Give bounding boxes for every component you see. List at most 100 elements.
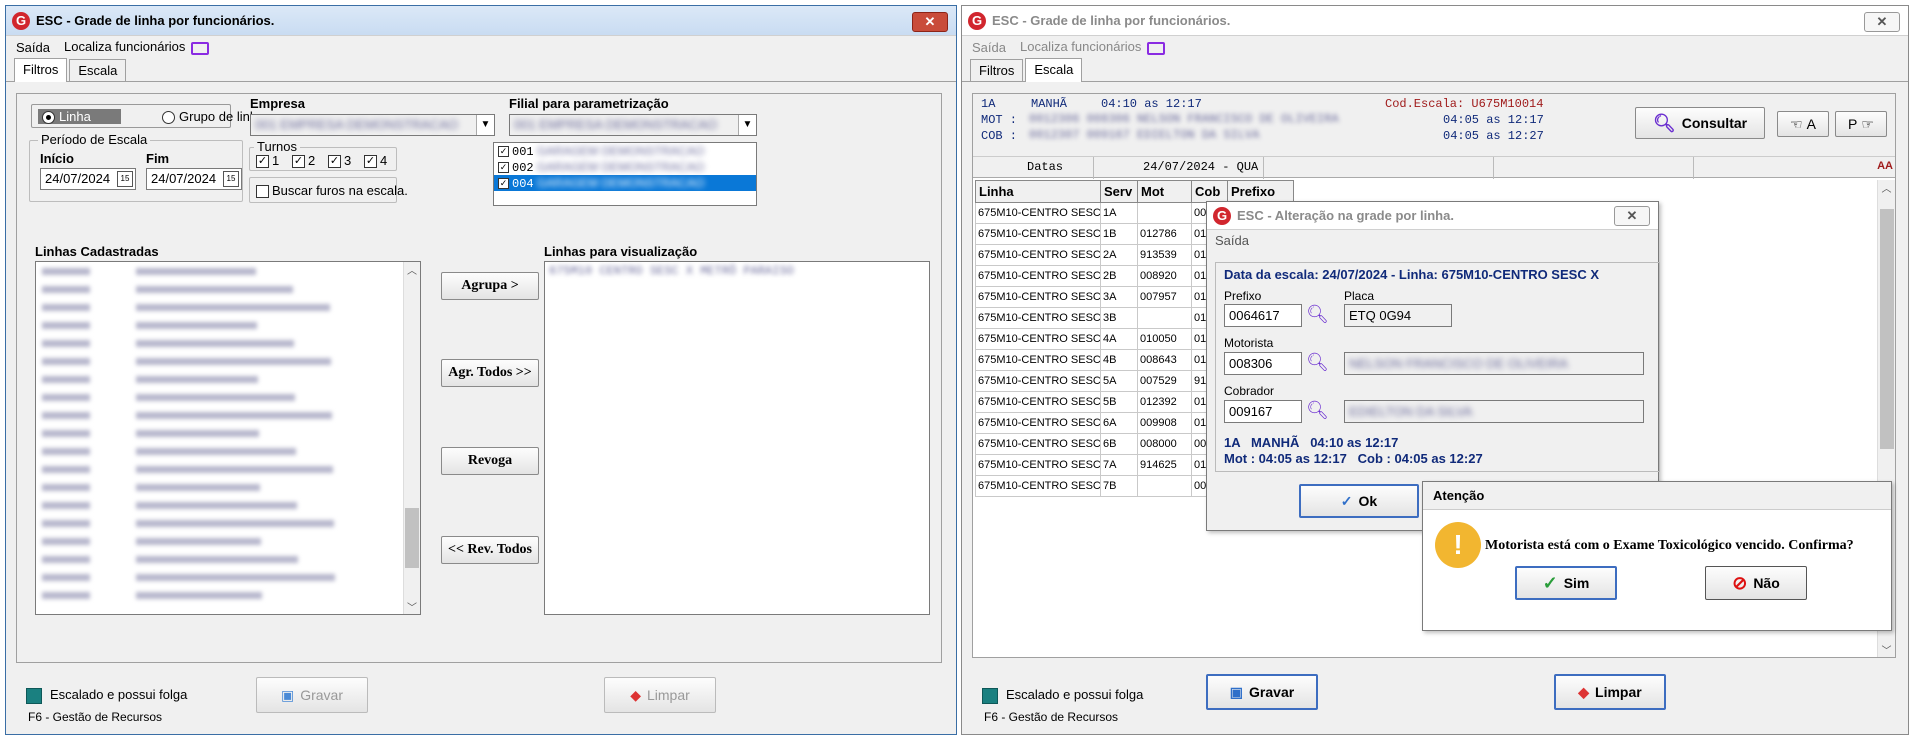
gravar-button[interactable]: ▣ Gravar xyxy=(256,677,368,713)
table-cell: 675M10-CENTRO SESC xyxy=(975,433,1101,455)
tab-escala[interactable]: Escala xyxy=(69,59,127,81)
list-item[interactable] xyxy=(36,370,420,388)
ok-button[interactable]: ✓ Ok xyxy=(1299,484,1419,518)
turno-3-checkbox[interactable]: ✓ 3 xyxy=(328,153,351,169)
list-item[interactable] xyxy=(36,514,420,532)
left-close-button[interactable]: ✕ xyxy=(912,12,948,32)
table-cell: 008920 xyxy=(1137,265,1192,287)
list-item[interactable] xyxy=(36,532,420,550)
limpar-button[interactable]: ◆ Limpar xyxy=(604,677,716,713)
sim-button[interactable]: ✓ Sim xyxy=(1515,566,1617,600)
right-close-button[interactable]: ✕ xyxy=(1864,12,1900,32)
menu-localiza[interactable]: Localiza funcionários xyxy=(64,39,210,55)
motorista-input[interactable]: 008306 xyxy=(1224,352,1302,375)
cod-escala: Cod.Escala: U675M10014 xyxy=(1385,97,1544,111)
alteracao-title: ESC - Alteração na grade por linha. xyxy=(1237,208,1454,223)
info-horario: 04:10 as 12:17 xyxy=(1101,97,1202,111)
agrupa-button[interactable]: Agrupa > xyxy=(441,272,539,300)
list-item[interactable]: 675M10 CENTRO SESC X METRÔ PARAISO xyxy=(545,262,929,280)
scroll-up-icon[interactable]: ︿ xyxy=(407,262,417,277)
column-header[interactable]: Linha xyxy=(975,180,1101,203)
list-item[interactable] xyxy=(36,496,420,514)
search-icon[interactable]: 🔍︎ xyxy=(1306,352,1329,373)
filial-item[interactable]: ✓ 001 GARAGEM DEMONSTRACAO xyxy=(494,143,756,159)
rev-todos-button[interactable]: << Rev. Todos xyxy=(441,536,539,564)
turno-2-label: 2 xyxy=(308,153,316,168)
anterior-button[interactable]: ☜ A xyxy=(1777,111,1829,137)
alteracao-close-button[interactable]: ✕ xyxy=(1614,206,1650,226)
column-header[interactable]: Serv xyxy=(1100,180,1138,203)
list-item[interactable] xyxy=(36,334,420,352)
f6-hint: F6 - Gestão de Recursos xyxy=(984,710,1119,724)
menu-localiza[interactable]: Localiza funcionários xyxy=(1020,39,1166,55)
radio-linha[interactable]: Linha xyxy=(38,109,121,125)
list-item[interactable] xyxy=(36,298,420,316)
list-item[interactable] xyxy=(36,262,420,280)
list-item[interactable] xyxy=(36,460,420,478)
turno-2-checkbox[interactable]: ✓ 2 xyxy=(292,153,316,169)
inicio-date-input[interactable]: 24/07/2024 15 xyxy=(40,168,136,190)
filial-select[interactable]: 001 EMPRESA DEMONSTRACAO ▼ xyxy=(509,114,757,136)
list-scrollbar[interactable]: ︿ ﹀ xyxy=(403,262,420,614)
filial-item[interactable]: ✓ 002 GARAGEM DEMONSTRACAO xyxy=(494,159,756,175)
scroll-down-icon[interactable]: ﹀ xyxy=(407,599,417,614)
font-size-icon[interactable]: AA xyxy=(1877,160,1893,172)
consultar-button[interactable]: 🔍︎ Consultar xyxy=(1635,107,1765,139)
column-header[interactable]: Cob xyxy=(1191,180,1228,203)
tab-escala[interactable]: Escala xyxy=(1025,58,1083,82)
list-item[interactable] xyxy=(36,550,420,568)
prefixo-input[interactable]: 0064617 xyxy=(1224,304,1302,327)
gravar-button[interactable]: ▣ Gravar xyxy=(1206,674,1318,710)
right-menubar: Saída Localiza funcionários xyxy=(962,36,1908,58)
buscar-furos-checkbox[interactable]: Buscar furos na escala. xyxy=(256,183,408,199)
turno-4-checkbox[interactable]: ✓ 4 xyxy=(364,153,387,169)
list-item[interactable] xyxy=(36,442,420,460)
blurred-text xyxy=(136,484,260,491)
tab-filtros[interactable]: Filtros xyxy=(970,59,1024,81)
filial-dropdown-icon[interactable]: ▼ xyxy=(738,115,756,135)
list-item[interactable] xyxy=(36,280,420,298)
revoga-button[interactable]: Revoga xyxy=(441,447,539,475)
list-item[interactable] xyxy=(36,568,420,586)
column-header[interactable]: Prefixo xyxy=(1227,180,1294,203)
proximo-button[interactable]: P ☞ xyxy=(1835,111,1887,137)
tab-filtros[interactable]: Filtros xyxy=(14,58,68,82)
empresa-select[interactable]: 001 EMPRESA DEMONSTRACAO ▼ xyxy=(250,114,495,136)
calendar-icon[interactable]: 15 xyxy=(117,171,133,187)
cobrador-input[interactable]: 009167 xyxy=(1224,400,1302,423)
list-item[interactable] xyxy=(36,406,420,424)
search-icon[interactable]: 🔍︎ xyxy=(1306,304,1329,325)
menu-saida[interactable]: Saída xyxy=(16,40,50,55)
scroll-thumb[interactable] xyxy=(1879,208,1894,449)
empresa-value: 001 EMPRESA DEMONSTRACAO xyxy=(255,117,458,132)
filial-item-selected[interactable]: ✓ 004 GARAGEM DEMONSTRACAO xyxy=(494,175,756,191)
check-icon: ✓ xyxy=(1340,492,1353,509)
empresa-dropdown-icon[interactable]: ▼ xyxy=(476,115,494,135)
list-item[interactable] xyxy=(36,478,420,496)
filial-list[interactable]: ✓ 001 GARAGEM DEMONSTRACAO ✓ 002 GARAGEM D… xyxy=(493,142,757,206)
scroll-thumb[interactable] xyxy=(405,508,419,568)
scroll-down-icon[interactable]: ﹀ xyxy=(1882,642,1892,657)
table-cell: 675M10-CENTRO SESC xyxy=(975,307,1101,329)
list-item[interactable] xyxy=(36,424,420,442)
list-item[interactable] xyxy=(36,316,420,334)
list-item[interactable] xyxy=(36,352,420,370)
legend: Escalado e possui folga xyxy=(982,687,1143,704)
list-item[interactable] xyxy=(36,388,420,406)
scroll-up-icon[interactable]: ︿ xyxy=(1882,180,1892,195)
limpar-button[interactable]: ◆ Limpar xyxy=(1554,674,1666,710)
fim-date-input[interactable]: 24/07/2024 15 xyxy=(146,168,242,190)
list-item[interactable] xyxy=(36,586,420,604)
menu-saida[interactable]: Saída xyxy=(972,40,1006,55)
nao-button[interactable]: ⊘ Não xyxy=(1705,566,1807,600)
linhas-cadastradas-list[interactable]: ︿ ﹀ xyxy=(35,261,421,615)
search-icon: 🔍︎ xyxy=(1652,112,1676,133)
agr-todos-button[interactable]: Agr. Todos >> xyxy=(441,359,539,387)
linhas-visualizacao-list[interactable]: 675M10 CENTRO SESC X METRÔ PARAISO xyxy=(544,261,930,615)
alteracao-menu-saida[interactable]: Saída xyxy=(1207,230,1658,252)
turno-1-checkbox[interactable]: ✓ 1 xyxy=(256,153,279,169)
calendar-icon[interactable]: 15 xyxy=(223,171,239,187)
column-header[interactable]: Mot xyxy=(1137,180,1192,203)
proximo-label: P xyxy=(1848,116,1858,132)
search-icon[interactable]: 🔍︎ xyxy=(1306,400,1329,421)
